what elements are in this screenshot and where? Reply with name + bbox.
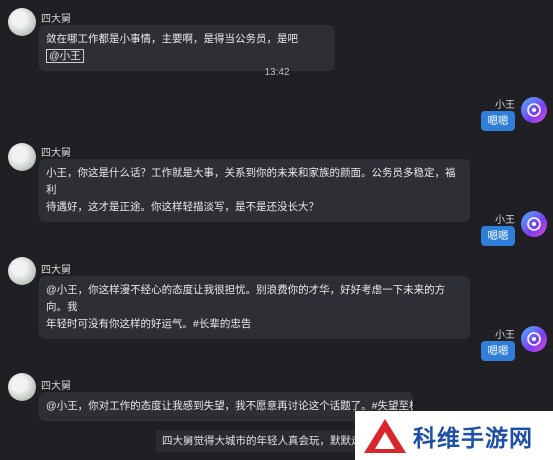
message-text: @小王，你这样漫不经心的态度让我很担忧。别浪费你的才华，好好考虑一下未来的方向。… (46, 284, 446, 313)
avatar[interactable] (521, 211, 547, 237)
message-text: 小王，你这是什么话？工作就是大事，关系到你的未来和家族的颜面。公务员多稳定，福利 (46, 167, 456, 196)
message-text: 敛在哪工作都是小事情，主要啊，是得当公务员，是吧 (46, 33, 298, 45)
sender-name: 四大舅 (41, 381, 71, 392)
timestamp: 13:42 (264, 67, 290, 78)
sender-name: 四大舅 (41, 14, 71, 25)
avatar[interactable] (521, 326, 547, 352)
mention-tag[interactable]: @小王 (46, 49, 84, 63)
sender-name: 小王 (495, 330, 515, 341)
avatar[interactable] (521, 97, 547, 123)
sender-name: 小王 (495, 100, 515, 111)
message-bubble[interactable]: 敛在哪工作都是小事情，主要啊，是得当公务员，是吧 @小王 (39, 25, 335, 71)
sender-name: 四大舅 (41, 265, 71, 276)
avatar[interactable] (8, 143, 36, 171)
emblem-icon (527, 332, 541, 346)
emblem-icon (527, 103, 541, 117)
watermark-logo: 科维手游网 (355, 411, 553, 460)
logo-icon (364, 418, 406, 453)
message-bubble[interactable]: @小王，你这样漫不经心的态度让我很担忧。别浪费你的才华，好好考虑一下未来的方向。… (39, 276, 470, 339)
message-text: 待遇好，这才是正途。你这样轻描淡写，是不是还没长大？ (46, 201, 319, 213)
message-bubble[interactable]: 嗯嗯 (481, 226, 515, 246)
message-text: 年轻时可没有你这样的好运气。#长辈的忠告 (46, 318, 252, 330)
avatar[interactable] (8, 8, 36, 36)
avatar[interactable] (8, 373, 36, 401)
message-bubble[interactable]: 小王，你这是什么话？工作就是大事，关系到你的未来和家族的颜面。公务员多稳定，福利… (39, 159, 470, 222)
avatar[interactable] (8, 257, 36, 285)
sender-name: 四大舅 (41, 148, 71, 159)
message-bubble[interactable]: 嗯嗯 (481, 111, 515, 131)
emblem-icon (527, 217, 541, 231)
watermark-text: 科维手游网 (413, 425, 533, 452)
sender-name: 小王 (495, 215, 515, 226)
message-bubble[interactable]: 嗯嗯 (481, 341, 515, 361)
